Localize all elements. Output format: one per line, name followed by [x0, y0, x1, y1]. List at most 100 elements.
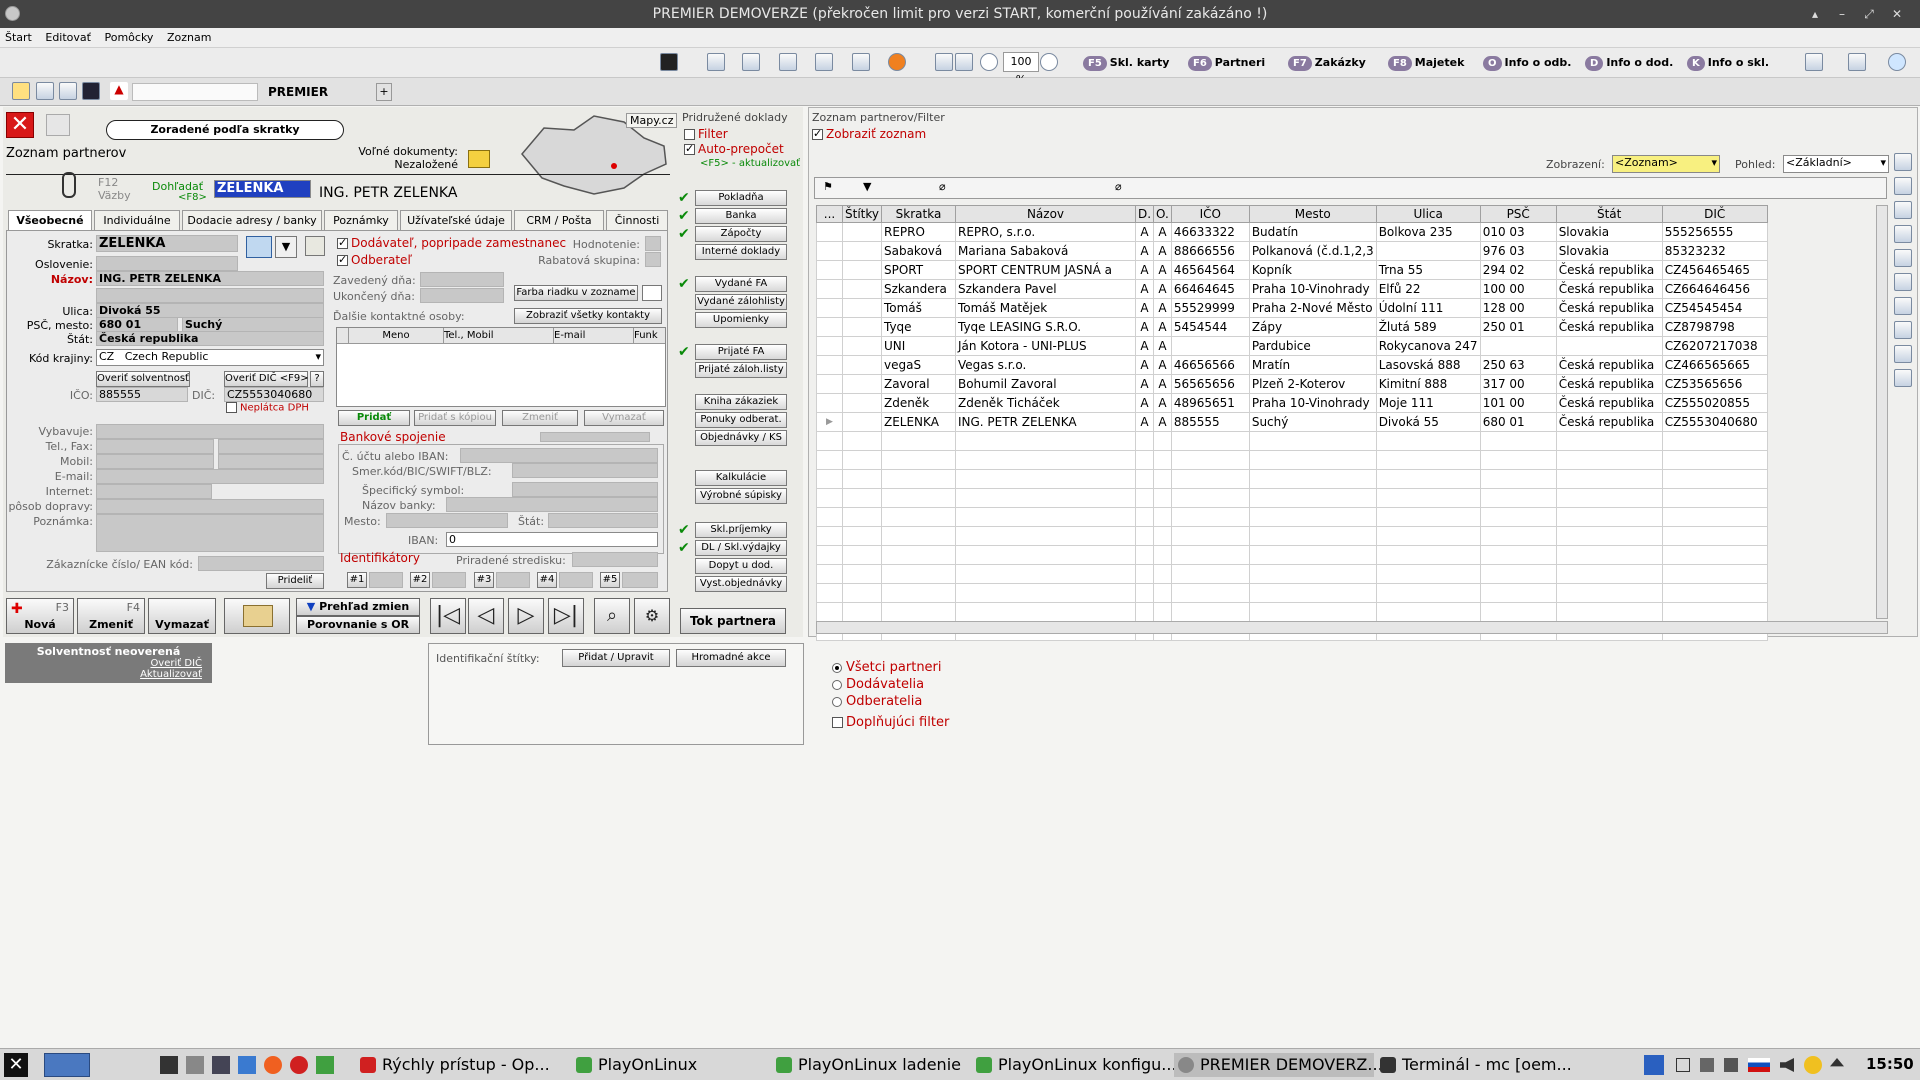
extra-filter-checkbox[interactable] [832, 717, 843, 728]
assign-button[interactable]: Prideliť [266, 573, 324, 589]
table-row[interactable]: ▶ ZELENKA ING. PETR ZELENKA A A 885555 Suchý Di… [816, 412, 1768, 432]
partner-flow-button[interactable]: Tok partnera [680, 608, 786, 634]
doc-button[interactable]: Objednávky / KS [695, 430, 787, 446]
customer-checkbox[interactable] [337, 253, 348, 266]
links-label[interactable]: Väzby [98, 189, 131, 202]
extra-filter-check[interactable]: Doplňujúci filter [832, 715, 949, 730]
auto-recalc-checkbox[interactable] [684, 142, 695, 155]
table-row[interactable]: Tyqe Tyqe LEASING S.R.O. A A 5454544 Zápy Žlut… [816, 317, 1768, 337]
export-icon[interactable] [1805, 53, 1823, 71]
column-header[interactable]: O. [1153, 205, 1172, 223]
contact-col-name[interactable]: Meno [349, 328, 444, 343]
delete-button[interactable]: Vymazať [148, 598, 216, 634]
verify-solvency-button[interactable]: Overiť solventnosť [96, 371, 190, 387]
help-button[interactable]: ? [310, 371, 324, 387]
solvency-update-link[interactable]: Aktualizovať [5, 669, 212, 680]
fkey-partners[interactable]: F6 Partneri [1188, 52, 1265, 74]
menu-list[interactable]: Zoznam [162, 28, 216, 47]
task-playonlinux-debug[interactable]: PlayOnLinux ladenie [772, 1053, 970, 1077]
tray-chat-icon[interactable] [1676, 1058, 1690, 1072]
radio-suppliers[interactable]: Dodávatelia [832, 677, 924, 692]
stat-field[interactable]: Česká republika [96, 331, 324, 346]
row-color-button[interactable]: Farba riadku v zozname [514, 285, 638, 301]
radio-customers[interactable]: Odberatelia [832, 694, 922, 709]
bank-name-field[interactable] [446, 497, 658, 512]
task-playonlinux-config[interactable]: PlayOnLinux konfigu... [972, 1053, 1177, 1077]
email-field[interactable] [96, 469, 324, 484]
power-icon[interactable] [1804, 1056, 1822, 1074]
fkey-orders[interactable]: F7 Zakázky [1288, 52, 1366, 74]
table-row[interactable]: REPRO REPRO, s.r.o. A A 46633322 Budatín Bolko… [816, 222, 1768, 242]
ulica-field[interactable]: Divoká 55 [96, 303, 324, 318]
doc-button[interactable]: DL / Skl.výdajky [695, 540, 787, 556]
grid-icon[interactable] [742, 53, 760, 71]
doc-button[interactable]: Interné doklady [695, 244, 787, 260]
contact-edit-button[interactable]: Zmeniť [502, 410, 578, 426]
edit-button[interactable]: F4 Zmeniť [77, 598, 145, 634]
poznamka-field[interactable] [96, 514, 324, 552]
table-row[interactable]: Zdeněk Zdeněk Ticháček A A 48965651 Praha 10-… [816, 393, 1768, 413]
contact-col-function[interactable]: Funk [634, 328, 664, 343]
ico-field[interactable]: 885555 [96, 387, 188, 402]
desktop-switcher-icon[interactable] [44, 1053, 90, 1077]
ident-5-button[interactable]: #5 [600, 572, 620, 588]
partner-table[interactable]: ... Štítky Skratka Názov D. O. IČO Mesto Ulica PS… [816, 205, 1768, 641]
ended-field[interactable] [420, 288, 504, 303]
column-header[interactable]: Názov [954, 205, 1136, 223]
ident-1-button[interactable]: #1 [347, 572, 367, 588]
ident-3-button[interactable]: #3 [474, 572, 494, 588]
mobil2-field[interactable] [218, 454, 324, 469]
terminal-launcher-icon[interactable] [160, 1056, 178, 1074]
side-zoom-in-icon[interactable] [1894, 297, 1912, 315]
non-vat-payer[interactable]: Neplátca DPH [226, 402, 309, 414]
ident-2-field[interactable] [432, 572, 466, 588]
solvency-verify-link[interactable]: Overiť DIČ [5, 658, 212, 669]
keyboard-layout-flag-icon[interactable] [1748, 1058, 1770, 1072]
settings-launcher-icon[interactable] [238, 1056, 256, 1074]
contact-col-email[interactable]: E-mail [554, 328, 634, 343]
zoom-field[interactable]: 100 % [1003, 52, 1039, 86]
tab-crm[interactable]: CRM / Pošta [514, 210, 604, 230]
columns-icon[interactable] [852, 53, 870, 71]
column-header[interactable]: Štát [1555, 205, 1663, 223]
side-up-icon[interactable] [1894, 225, 1912, 243]
ean-field[interactable] [198, 556, 324, 571]
doc-button[interactable]: Ponuky odberat. [695, 412, 787, 428]
print-icon[interactable] [1848, 53, 1866, 71]
psc-field[interactable]: 680 01 [96, 317, 178, 332]
calculator-icon[interactable] [660, 53, 678, 71]
radio-customers-icon[interactable] [832, 696, 842, 707]
side-export-icon[interactable] [1894, 153, 1912, 171]
column-header[interactable]: ... [816, 205, 843, 223]
task-premier[interactable]: PREMIER DEMOVERZ... [1174, 1053, 1383, 1077]
tel-field[interactable] [96, 439, 214, 454]
search-icon[interactable]: ⌕ [594, 598, 630, 634]
dropdown-arrow-icon[interactable]: ▼ [275, 236, 297, 258]
firefox-launcher-icon[interactable] [264, 1056, 282, 1074]
list-horizontal-scrollbar[interactable] [816, 621, 1888, 634]
side-zoom-out-icon[interactable] [1894, 321, 1912, 339]
radio-all-partners[interactable]: Všetci partneri [832, 660, 942, 675]
bank-country-field[interactable] [548, 513, 658, 528]
task-terminal[interactable]: Terminál - mc [oem... [1376, 1053, 1572, 1077]
side-bottom-icon[interactable] [1894, 273, 1912, 291]
edit-icon[interactable] [305, 236, 325, 256]
side-find-icon[interactable] [1894, 345, 1912, 363]
iban-account-field[interactable] [460, 448, 658, 463]
column-header[interactable]: DIČ [1661, 205, 1768, 223]
internet-field[interactable] [96, 484, 212, 499]
view-select[interactable]: <Zoznam> ▾ [1612, 155, 1720, 173]
nazov-field[interactable]: ING. PETR ZELENKA [96, 271, 324, 286]
contact-add-button[interactable]: Pridať [338, 410, 410, 426]
mobil-field[interactable] [96, 454, 214, 469]
folder-icon[interactable] [468, 150, 490, 168]
quick-search-input[interactable] [132, 83, 258, 101]
doc-button[interactable]: Dopyt u dod. [695, 558, 787, 574]
doc-button[interactable]: Skl.príjemky [695, 522, 787, 538]
timer-icon[interactable] [888, 53, 906, 71]
task-playonlinux[interactable]: PlayOnLinux [572, 1053, 770, 1077]
side-print-icon[interactable] [1894, 177, 1912, 195]
tab-user-data[interactable]: Užívateľské údaje [400, 210, 512, 230]
close-icon[interactable]: ✕ [1886, 0, 1908, 28]
layout2-icon[interactable] [955, 53, 973, 71]
